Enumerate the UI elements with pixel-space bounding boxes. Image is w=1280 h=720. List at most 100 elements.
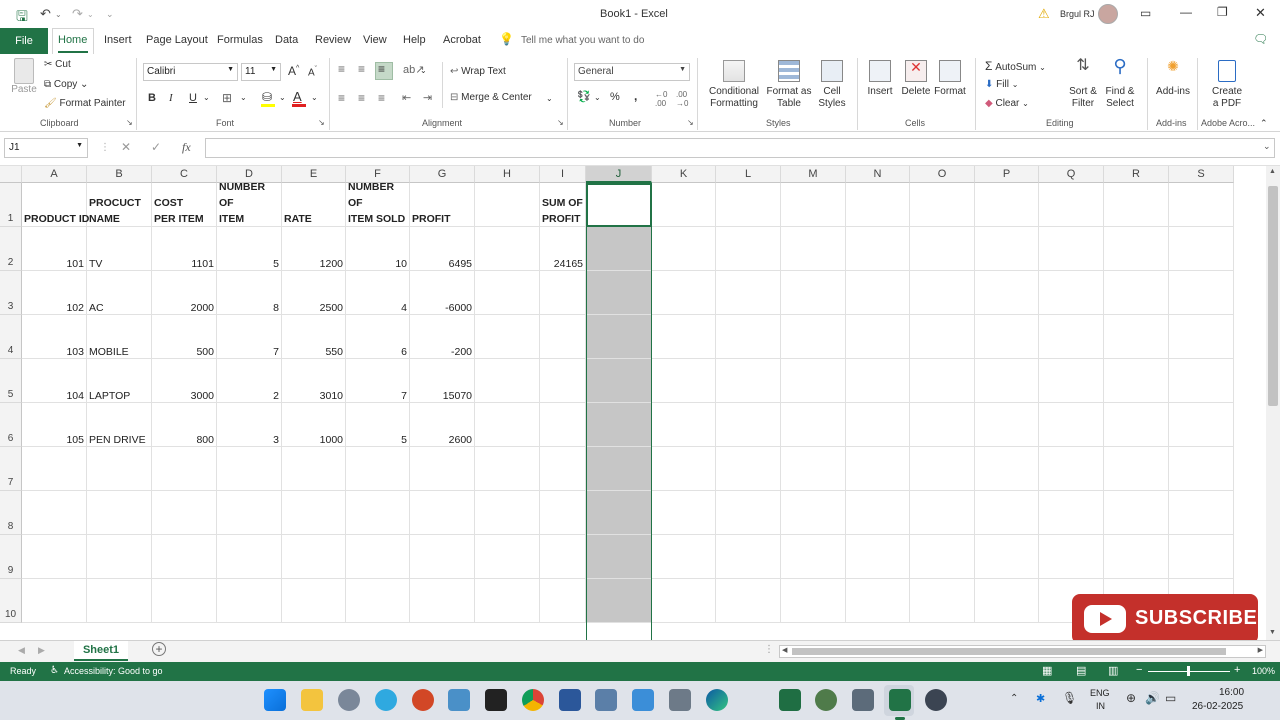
number-launcher-icon[interactable]: ↘ — [687, 118, 694, 127]
tab-file[interactable]: File — [0, 28, 48, 54]
cell[interactable] — [152, 579, 217, 623]
borders-dropdown-icon[interactable]: ⌄ — [240, 93, 247, 102]
active-cell-j1[interactable] — [586, 183, 652, 227]
excel-taskbar-icon[interactable] — [889, 689, 911, 711]
obs-icon[interactable] — [925, 689, 947, 711]
cell[interactable] — [846, 359, 910, 403]
table-cell-sold[interactable]: 4 — [346, 271, 410, 315]
align-left-icon[interactable]: ≡ — [338, 91, 345, 105]
table-cell-rate[interactable]: 2500 — [282, 271, 346, 315]
cell[interactable] — [282, 491, 346, 535]
cell[interactable] — [910, 271, 975, 315]
header-cell-a[interactable]: PRODUCT ID — [22, 183, 89, 227]
table-cell-sum[interactable]: 24165 — [540, 227, 586, 271]
cell[interactable] — [652, 447, 716, 491]
cell[interactable] — [475, 491, 540, 535]
horizontal-scroll-thumb[interactable] — [792, 648, 1226, 655]
file-explorer-icon[interactable] — [301, 689, 323, 711]
cell[interactable] — [910, 183, 975, 227]
table-cell-cost[interactable]: 500 — [152, 315, 217, 359]
fill-button[interactable]: ⬇ Fill ⌄ — [985, 79, 1018, 90]
cell[interactable] — [1169, 315, 1234, 359]
cell[interactable] — [975, 227, 1039, 271]
column-header-c[interactable]: C — [152, 166, 217, 183]
cell[interactable] — [1039, 227, 1104, 271]
tab-acrobat[interactable]: Acrobat — [443, 34, 481, 46]
cell[interactable] — [846, 403, 910, 447]
collapse-ribbon-icon[interactable]: ⌃ — [1260, 118, 1268, 129]
cell[interactable] — [1104, 359, 1169, 403]
cell[interactable] — [410, 447, 475, 491]
tab-review[interactable]: Review — [315, 34, 351, 46]
word-icon[interactable] — [559, 689, 581, 711]
clipboard-launcher-icon[interactable]: ↘ — [126, 118, 133, 127]
settings-icon[interactable] — [338, 689, 360, 711]
row-header-5[interactable]: 5 — [0, 359, 22, 403]
font-color-icon[interactable]: A — [293, 89, 302, 104]
worksheet-grid[interactable]: A B C D E F G H I J K L M N O P Q R S 1 2 3 4 5 6 7 8 9 10 PRODUCT ID… — [0, 166, 1266, 640]
row-header-4[interactable]: 4 — [0, 315, 22, 359]
table-cell-sold[interactable]: 6 — [346, 315, 410, 359]
tab-view[interactable]: View — [363, 34, 387, 46]
decrease-font-icon[interactable]: Aˇ — [308, 66, 317, 78]
cell[interactable] — [846, 315, 910, 359]
cell[interactable] — [781, 579, 846, 623]
zoom-in-icon[interactable]: + — [1234, 664, 1240, 676]
cell[interactable] — [1039, 271, 1104, 315]
scroll-up-icon[interactable]: ▲ — [1269, 168, 1276, 175]
tab-help[interactable]: Help — [403, 34, 426, 46]
merge-dropdown-icon[interactable]: ⌄ — [546, 94, 553, 103]
accessibility-status[interactable]: Accessibility: Good to go — [64, 666, 163, 676]
cell[interactable] — [652, 315, 716, 359]
cell[interactable] — [586, 535, 652, 579]
cell[interactable] — [87, 535, 152, 579]
cell[interactable] — [846, 579, 910, 623]
borders-icon[interactable]: ⊞ — [222, 91, 232, 105]
sheet-tab-sheet1[interactable]: Sheet1 — [74, 641, 128, 661]
bold-button[interactable]: B — [148, 92, 156, 104]
row-header-8[interactable]: 8 — [0, 491, 22, 535]
cut-button[interactable]: ✂ Cut — [44, 59, 71, 70]
cell[interactable] — [716, 271, 781, 315]
cell[interactable] — [846, 491, 910, 535]
cell[interactable] — [1039, 315, 1104, 359]
chrome-icon[interactable] — [522, 689, 544, 711]
table-cell-sold[interactable]: 7 — [346, 359, 410, 403]
comments-icon[interactable]: 🗨 — [1253, 32, 1268, 46]
cell[interactable] — [217, 491, 282, 535]
prev-sheet-icon[interactable]: ◀ — [18, 645, 25, 656]
table-cell-id[interactable]: 105 — [22, 403, 87, 447]
language-primary[interactable]: ENG — [1090, 688, 1110, 698]
accounting-icon[interactable]: 💱 — [577, 90, 591, 103]
underline-dropdown-icon[interactable]: ⌄ — [203, 93, 210, 102]
cancel-entry-icon[interactable]: ✕ — [121, 140, 131, 154]
column-header-g[interactable]: G — [410, 166, 475, 183]
cell[interactable] — [282, 447, 346, 491]
cell[interactable] — [540, 403, 586, 447]
table-cell-profit[interactable]: 15070 — [410, 359, 475, 403]
cell[interactable] — [781, 447, 846, 491]
cell[interactable] — [846, 535, 910, 579]
column-header-n[interactable]: N — [846, 166, 910, 183]
tab-home[interactable]: Home — [58, 34, 87, 46]
table-cell-rate[interactable]: 1200 — [282, 227, 346, 271]
cell[interactable] — [1104, 403, 1169, 447]
header-cell-b[interactable]: PROCUCT NAME — [87, 183, 152, 227]
cell[interactable] — [781, 183, 846, 227]
warning-icon[interactable]: ⚠ — [1038, 6, 1050, 22]
cell[interactable] — [1039, 359, 1104, 403]
cell[interactable] — [652, 359, 716, 403]
app-icon[interactable] — [779, 689, 801, 711]
column-header-s[interactable]: S — [1169, 166, 1234, 183]
cell[interactable] — [475, 227, 540, 271]
percent-button[interactable]: % — [610, 91, 620, 103]
clear-button[interactable]: ◆ Clear ⌄ — [985, 98, 1029, 109]
cell[interactable] — [282, 579, 346, 623]
copy-button[interactable]: ⧉ Copy ⌄ — [44, 79, 88, 90]
cell[interactable] — [586, 579, 652, 623]
cell[interactable] — [975, 491, 1039, 535]
cell[interactable] — [781, 359, 846, 403]
scroll-left-icon[interactable]: ◀ — [782, 646, 787, 654]
cell[interactable] — [22, 447, 87, 491]
cell[interactable] — [1169, 535, 1234, 579]
